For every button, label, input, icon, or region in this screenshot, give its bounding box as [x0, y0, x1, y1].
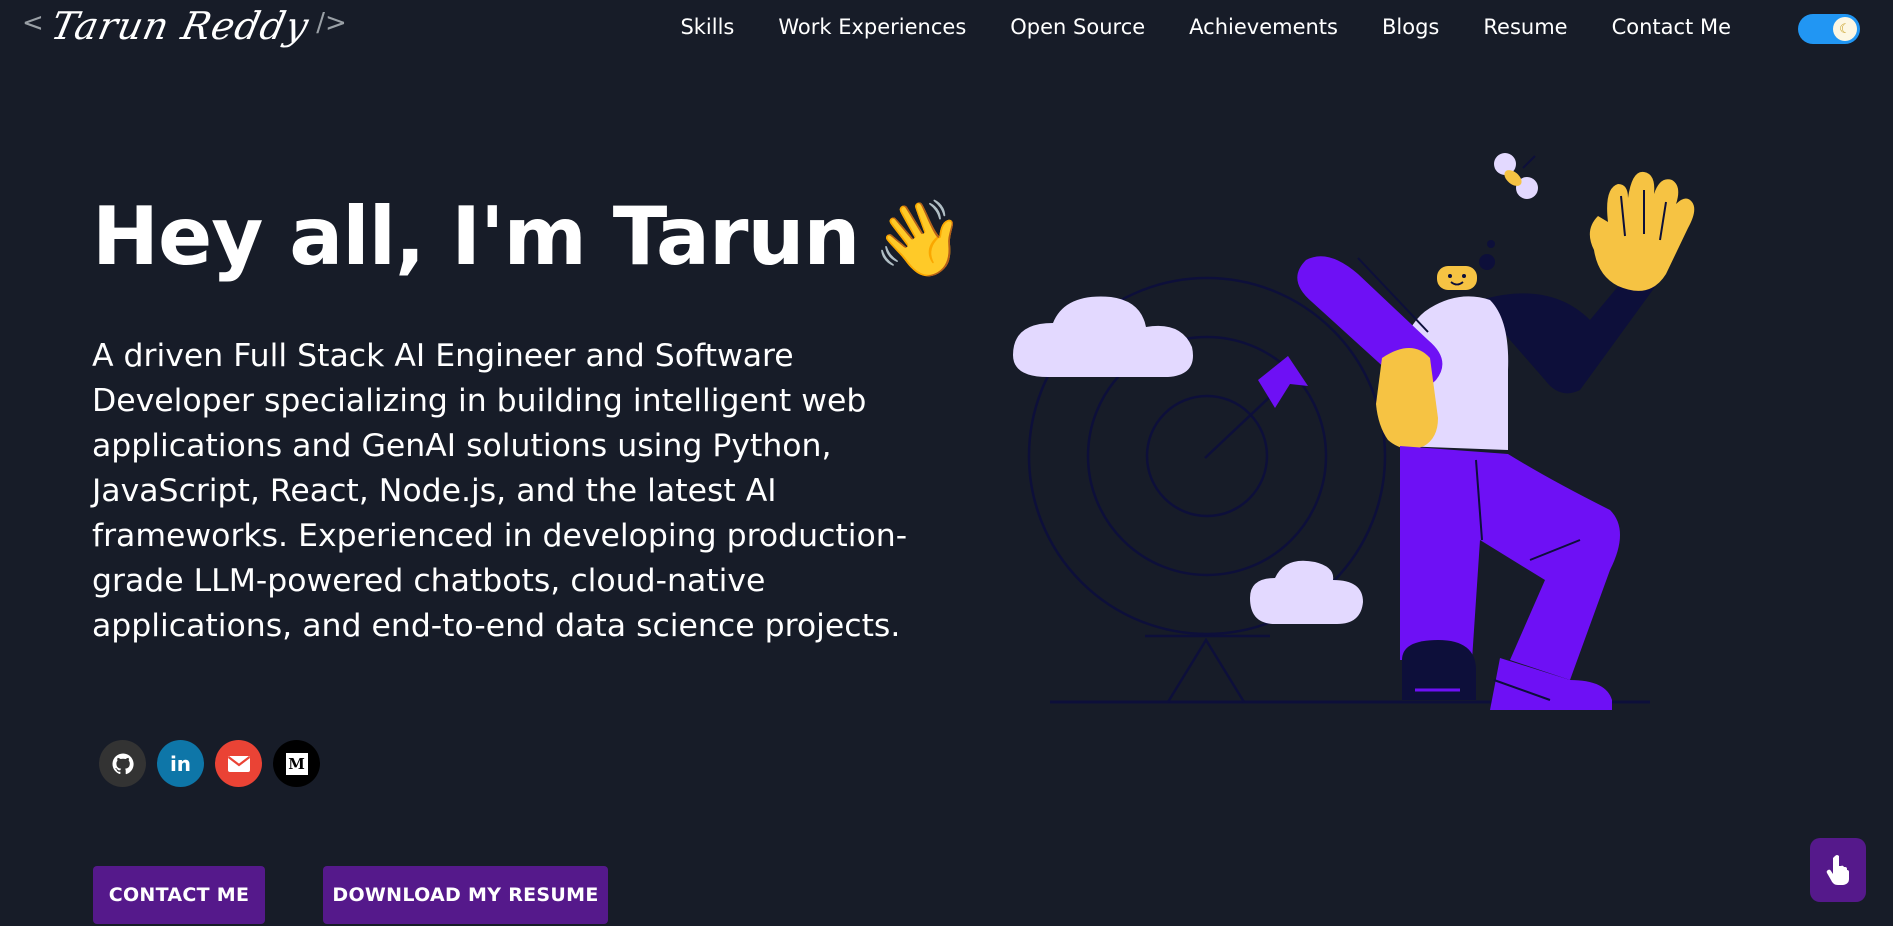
download-resume-button[interactable]: DOWNLOAD MY RESUME: [323, 866, 608, 924]
site-logo[interactable]: < Tarun Reddy />: [22, 2, 347, 58]
hero-title: Hey all, I'm Tarun 👋: [92, 190, 966, 283]
nav-item-open-source[interactable]: Open Source: [988, 12, 1167, 42]
nav-item-resume[interactable]: Resume: [1461, 12, 1589, 42]
nav-item-work-experiences[interactable]: Work Experiences: [756, 12, 988, 42]
gmail-icon[interactable]: [215, 740, 262, 787]
nav-item-achievements[interactable]: Achievements: [1167, 12, 1360, 42]
logo-open-bracket: <: [22, 8, 44, 38]
github-icon[interactable]: [99, 740, 146, 787]
nav-item-skills[interactable]: Skills: [658, 12, 756, 42]
hero-title-text: Hey all, I'm Tarun: [92, 190, 860, 283]
scroll-top-button[interactable]: [1810, 838, 1866, 902]
pointing-hand-icon: [1826, 855, 1849, 885]
contact-me-button[interactable]: CONTACT ME: [93, 866, 265, 924]
developer-illustration: [1013, 153, 1695, 710]
nav-item-blogs[interactable]: Blogs: [1360, 12, 1461, 42]
moon-icon: ☾: [1833, 17, 1857, 41]
medium-icon[interactable]: M: [273, 740, 320, 787]
linkedin-icon[interactable]: in: [157, 740, 204, 787]
medium-glyph: M: [285, 752, 308, 775]
hero-description: A driven Full Stack AI Engineer and Soft…: [92, 338, 908, 644]
wave-hand-icon: 👋: [873, 196, 965, 282]
logo-close-bracket: />: [316, 8, 347, 38]
theme-toggle[interactable]: ☾: [1798, 14, 1860, 44]
main-nav: Skills Work Experiences Open Source Achi…: [658, 12, 1753, 42]
site-header: < Tarun Reddy /> Skills Work Experiences…: [0, 0, 1893, 56]
social-links: in M: [99, 740, 320, 787]
nav-item-contact-me[interactable]: Contact Me: [1590, 12, 1753, 42]
logo-name: Tarun Reddy: [47, 4, 313, 48]
